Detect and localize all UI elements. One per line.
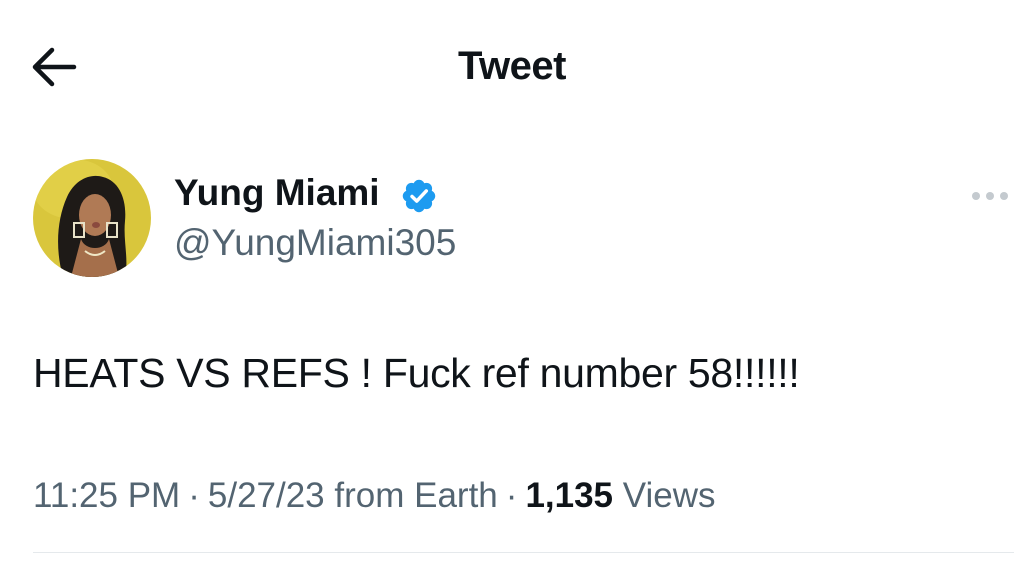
views-label: Views — [622, 476, 716, 515]
divider — [33, 552, 1014, 553]
author-display-name[interactable]: Yung Miami — [174, 172, 380, 214]
more-options-icon — [972, 192, 1008, 200]
meta-separator: · — [188, 476, 200, 515]
tweet-detail-page: Tweet Yung Miami @YungMiami305 HEATS VS … — [0, 0, 1024, 566]
author-handle[interactable]: @YungMiami305 — [174, 222, 456, 264]
tweet-text: HEATS VS REFS ! Fuck ref number 58!!!!!! — [33, 350, 800, 396]
meta-separator: · — [505, 476, 518, 515]
tweet-source: from Earth — [334, 476, 498, 515]
page-title: Tweet — [458, 44, 566, 88]
avatar[interactable] — [33, 159, 151, 277]
tweet-date[interactable]: 5/27/23 — [208, 476, 325, 515]
verified-badge-icon — [400, 177, 438, 215]
tweet-meta: 11:25 PM · 5/27/23 from Earth · 1,135 Views — [33, 476, 716, 516]
avatar-image — [33, 159, 151, 277]
more-options-button[interactable] — [968, 186, 1012, 206]
tweet-time[interactable]: 11:25 PM — [33, 476, 180, 515]
views-count: 1,135 — [525, 476, 614, 515]
